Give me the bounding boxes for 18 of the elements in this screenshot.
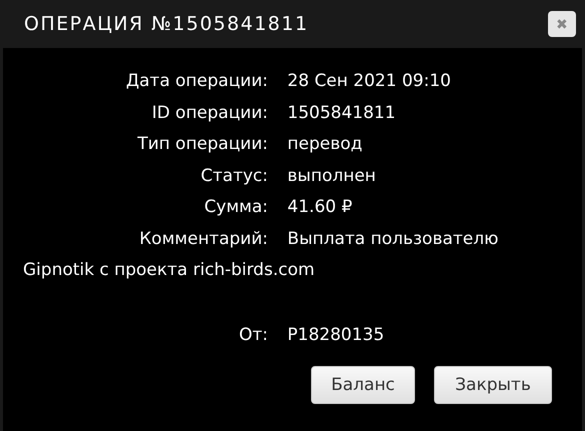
field-label: Сумма: [203, 196, 268, 219]
field-value: P18280135 [287, 324, 384, 344]
field-value: 41.60 ₽ [287, 197, 352, 217]
field-value: 28 Сен 2021 09:10 [287, 71, 451, 91]
field-label: Тип операции: [136, 133, 268, 156]
field-value: Gipnotik с проекта rich-birds.com [23, 260, 315, 280]
field-label: От: [238, 324, 268, 346]
field-label: Комментарий: [138, 228, 268, 250]
field-label: ID операции: [150, 102, 268, 124]
balance-button[interactable]: Баланс [311, 366, 415, 404]
field-label: Дата операции: [124, 70, 268, 93]
window-title: ОПЕРАЦИЯ №1505841811 [24, 13, 309, 35]
field-value: 1505841811 [287, 102, 396, 122]
close-dialog-button[interactable]: Закрыть [434, 366, 552, 404]
field-value: Выплата пользователю [287, 228, 498, 248]
field-value: выполнен [287, 166, 376, 186]
field-label: Статус: [200, 164, 268, 188]
field-value: перевод [287, 134, 362, 154]
